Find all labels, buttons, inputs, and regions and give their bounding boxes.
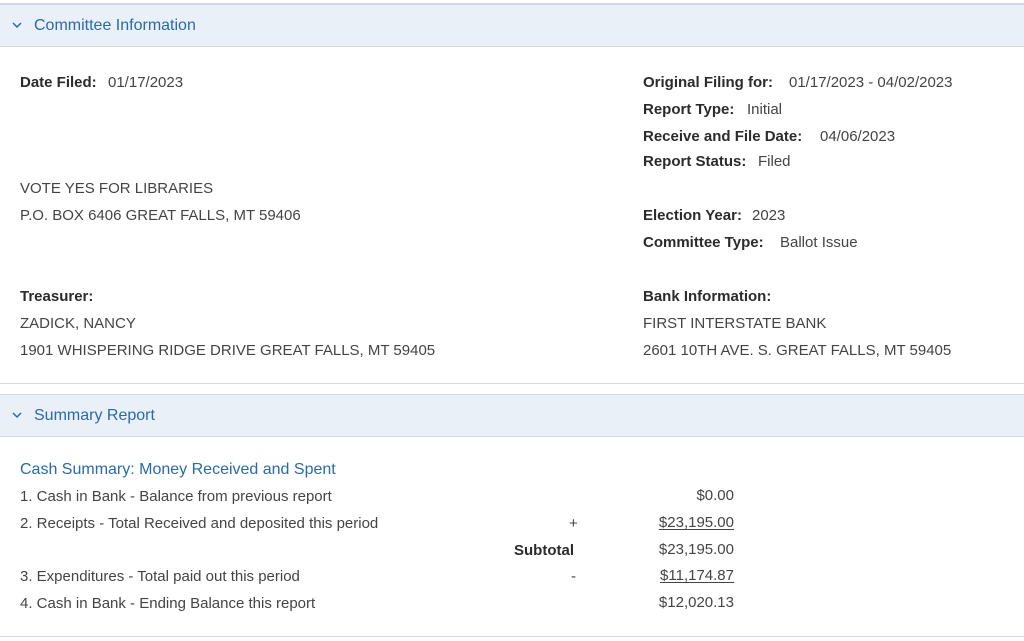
plus-sign: + <box>569 515 578 532</box>
summary-report-title: Summary Report <box>34 406 155 424</box>
summary-report-header[interactable]: Summary Report <box>0 394 1024 437</box>
subtotal-amount: $23,195.00 <box>658 541 734 558</box>
section-divider <box>0 383 1024 384</box>
committee-address: P.O. BOX 6406 GREAT FALLS, MT 59406 <box>20 207 301 224</box>
election-year-label: Election Year: <box>643 207 742 224</box>
subtotal-label: Subtotal <box>514 542 574 559</box>
date-filed-value: 01/17/2023 <box>108 74 184 91</box>
minus-sign: - <box>571 568 576 585</box>
cash-summary-title: Cash Summary: Money Received and Spent <box>20 461 336 478</box>
treasurer-address: 1901 WHISPERING RIDGE DRIVE GREAT FALLS,… <box>20 342 436 359</box>
election-year-value: 2023 <box>752 207 786 224</box>
ending-balance-amount: $12,020.13 <box>658 594 734 611</box>
bank-name: FIRST INTERSTATE BANK <box>643 315 827 332</box>
committee-information-header[interactable]: Committee Information <box>0 4 1024 47</box>
receive-file-date-value: 04/06/2023 <box>820 128 896 145</box>
committee-information-title: Committee Information <box>34 16 196 34</box>
summary-row-label: 1. Cash in Bank - Balance from previous … <box>20 488 332 505</box>
bank-information-label: Bank Information: <box>643 288 772 305</box>
report-type-label: Report Type: <box>643 101 735 118</box>
bottom-divider <box>0 636 1024 637</box>
original-filing-label: Original Filing for: <box>643 74 773 91</box>
committee-name: VOTE YES FOR LIBRARIES <box>20 180 214 197</box>
treasurer-name: ZADICK, NANCY <box>20 315 136 332</box>
report-status-value: Filed <box>758 153 791 170</box>
report-type-value: Initial <box>747 101 783 118</box>
receipts-amount-link[interactable]: $23,195.00 <box>594 514 734 531</box>
summary-row-label: 2. Receipts - Total Received and deposit… <box>20 515 379 532</box>
report-status-label: Report Status: <box>643 153 747 170</box>
chevron-down-icon[interactable] <box>0 22 34 29</box>
date-filed-label: Date Filed: <box>20 74 97 91</box>
committee-type-value: Ballot Issue <box>780 234 858 251</box>
original-filing-value: 01/17/2023 - 04/02/2023 <box>789 74 953 91</box>
expenditures-amount-link[interactable]: $11,174.87 <box>594 567 734 584</box>
committee-type-label: Committee Type: <box>643 234 764 251</box>
chevron-down-icon[interactable] <box>0 412 34 419</box>
summary-row-label: 4. Cash in Bank - Ending Balance this re… <box>20 595 316 612</box>
treasurer-label: Treasurer: <box>20 288 94 305</box>
bank-address: 2601 10TH AVE. S. GREAT FALLS, MT 59405 <box>643 342 952 359</box>
summary-row-amount: $0.00 <box>696 487 734 504</box>
summary-row-label: 3. Expenditures - Total paid out this pe… <box>20 568 300 585</box>
receive-file-date-label: Receive and File Date: <box>643 128 803 145</box>
